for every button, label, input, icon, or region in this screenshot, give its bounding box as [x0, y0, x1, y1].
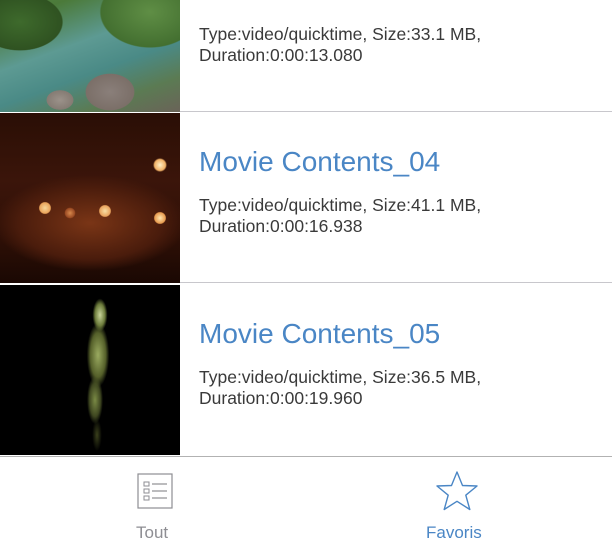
tab-bar: Tout Favoris — [0, 456, 612, 545]
video-meta: Type:video/quicktime, Size:36.5 MB, Dura… — [199, 367, 482, 408]
tab-favoris[interactable]: Favoris — [306, 457, 612, 545]
video-list-screen: Type:video/quicktime, Size:33.1 MB, Dura… — [0, 0, 612, 545]
list-item-info: Type:video/quicktime, Size:33.1 MB, Dura… — [180, 0, 612, 112]
tab-tout[interactable]: Tout — [0, 457, 306, 545]
video-thumbnail[interactable] — [0, 113, 180, 283]
list-item[interactable]: Type:video/quicktime, Size:33.1 MB, Dura… — [0, 0, 612, 112]
row-divider — [180, 111, 612, 112]
row-divider — [180, 282, 612, 283]
video-title: Movie Contents_05 — [199, 318, 441, 349]
video-list[interactable]: Type:video/quicktime, Size:33.1 MB, Dura… — [0, 0, 612, 456]
list-item[interactable]: Movie Contents_05 Type:video/quicktime, … — [0, 285, 612, 455]
list-item[interactable]: Movie Contents_04 Type:video/quicktime, … — [0, 113, 612, 283]
video-title: Movie Contents_04 — [199, 146, 441, 177]
video-meta: Type:video/quicktime, Size:33.1 MB, Dura… — [199, 24, 482, 65]
tab-favoris-label: Favoris — [426, 523, 482, 542]
video-meta: Type:video/quicktime, Size:41.1 MB, Dura… — [199, 195, 482, 236]
list-item-info: Movie Contents_04 Type:video/quicktime, … — [180, 113, 612, 283]
list-item-info: Movie Contents_05 Type:video/quicktime, … — [180, 285, 612, 455]
tab-tout-label: Tout — [136, 523, 169, 542]
star-icon — [436, 471, 478, 511]
video-thumbnail[interactable] — [0, 0, 180, 112]
list-icon — [137, 473, 173, 509]
video-thumbnail[interactable] — [0, 285, 180, 455]
